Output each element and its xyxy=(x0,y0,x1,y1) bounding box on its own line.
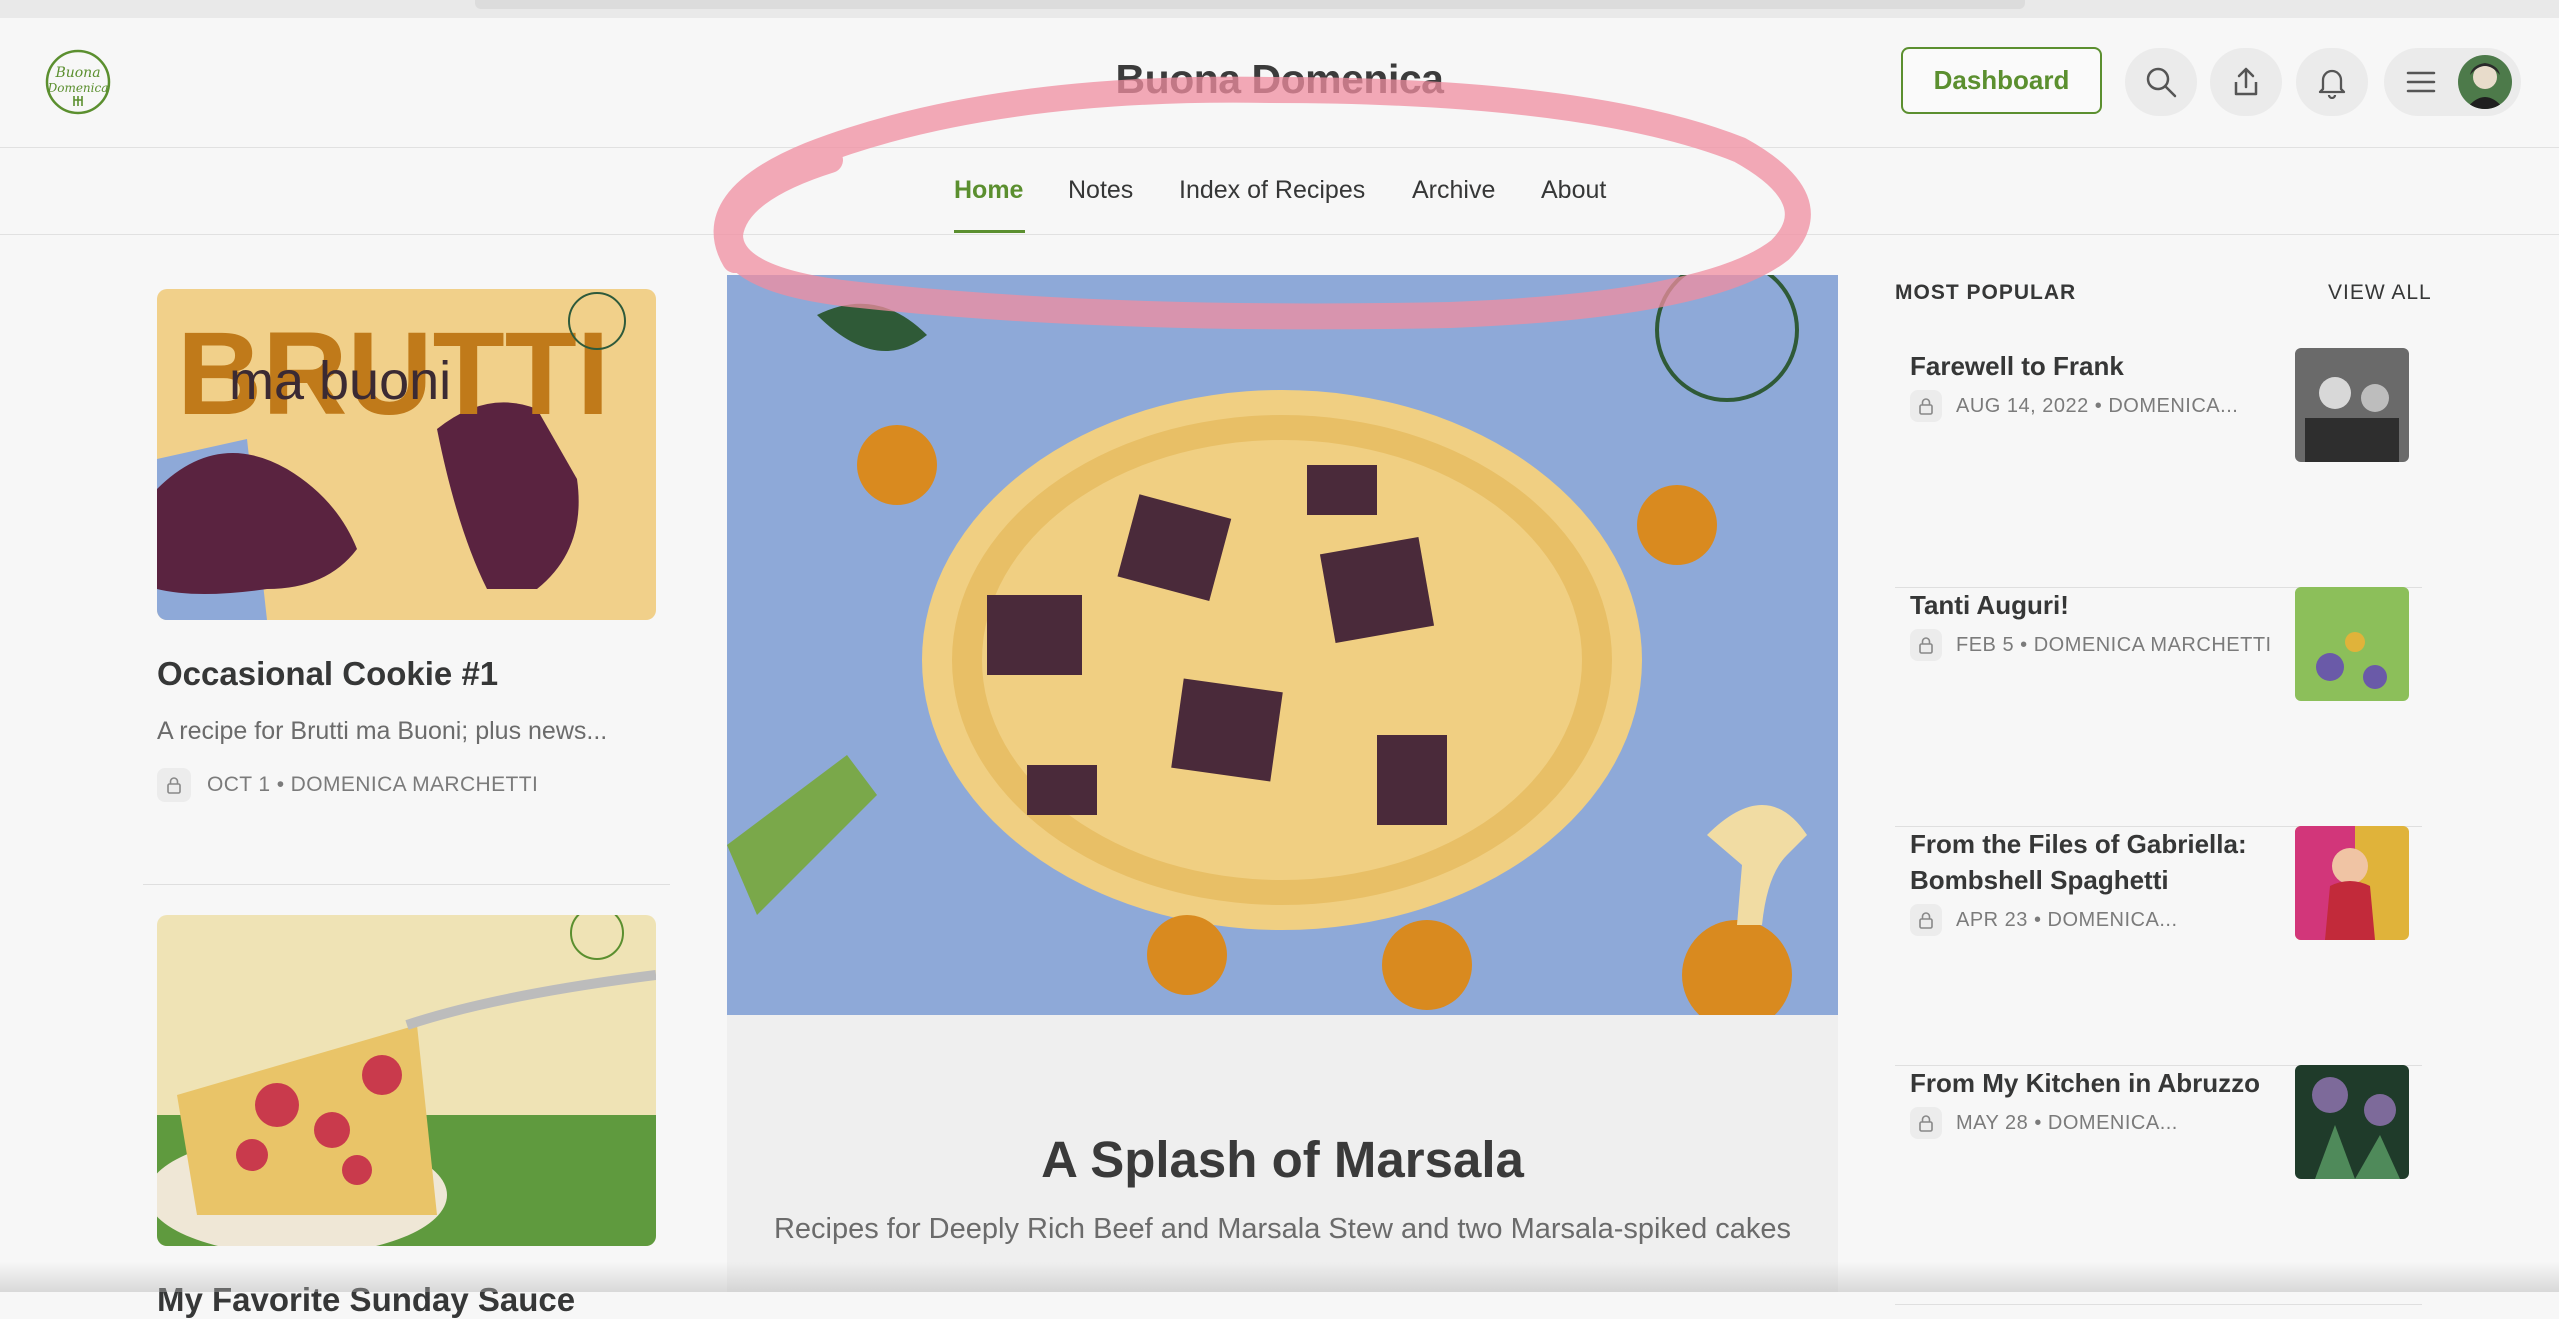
search-button[interactable] xyxy=(2125,48,2197,116)
bell-icon xyxy=(2318,69,2346,99)
nav-notes[interactable]: Notes xyxy=(1068,176,1133,205)
lock-icon xyxy=(157,768,191,802)
post-meta: OCT 1 • DOMENICA MARCHETTI xyxy=(157,768,656,802)
lock-icon xyxy=(1910,629,1942,661)
popular-item[interactable]: From the Files of Gabriella: Bombshell S… xyxy=(1895,826,2422,1066)
main-nav: Home Notes Index of Recipes Archive Abou… xyxy=(0,148,2559,235)
nav-about[interactable]: About xyxy=(1541,176,1606,205)
popular-item-thumbnail xyxy=(2295,587,2409,701)
nav-index-of-recipes[interactable]: Index of Recipes xyxy=(1179,176,1365,205)
lock-icon xyxy=(1910,904,1942,936)
browser-top-strip xyxy=(0,0,2559,19)
popular-item-title[interactable]: Farewell to Frank xyxy=(1910,348,2270,384)
featured-title[interactable]: A Splash of Marsala xyxy=(727,1130,1838,1189)
post-card[interactable]: BRUTTI ma buoni Occasional Cookie #1 A r… xyxy=(157,289,656,802)
post-thumbnail xyxy=(147,906,657,1255)
post-card[interactable]: My Favorite Sunday Sauce xyxy=(147,906,657,1319)
popular-item-thumbnail xyxy=(2295,826,2409,940)
most-popular-heading: MOST POPULAR xyxy=(1895,281,2077,304)
post-title[interactable]: Occasional Cookie #1 xyxy=(157,655,656,693)
popular-item-meta: APR 23 • DOMENICA... xyxy=(1910,904,2178,936)
divider xyxy=(143,884,670,885)
featured-subtitle: Recipes for Deeply Rich Beef and Marsala… xyxy=(773,1213,1792,1245)
notifications-button[interactable] xyxy=(2296,48,2368,116)
post-meta-text: OCT 1 • DOMENICA MARCHETTI xyxy=(207,773,539,796)
popular-item-title[interactable]: From the Files of Gabriella: Bombshell S… xyxy=(1910,826,2270,898)
site-header: Buona Domenica Buona Domenica Dashboard xyxy=(0,18,2559,148)
nav-active-indicator xyxy=(954,230,1025,233)
lock-icon xyxy=(1910,1107,1942,1139)
popular-item-meta: MAY 28 • DOMENICA... xyxy=(1910,1107,2178,1139)
popular-item[interactable]: Farewell to Frank AUG 14, 2022 • DOMENIC… xyxy=(1895,348,2422,588)
thumbnail-text-ma-buoni: ma buoni xyxy=(229,351,451,411)
featured-image xyxy=(727,258,1838,1030)
popular-item-thumbnail xyxy=(2295,1065,2409,1179)
nav-archive[interactable]: Archive xyxy=(1412,176,1495,205)
divider xyxy=(1895,1304,2422,1305)
popular-item-meta-text: MAY 28 • DOMENICA... xyxy=(1956,1111,2178,1134)
popular-item-meta: FEB 5 • DOMENICA MARCHETTI xyxy=(1910,629,2272,661)
bottom-fade xyxy=(0,1262,2559,1292)
popular-item-meta-text: AUG 14, 2022 • DOMENICA... xyxy=(1956,394,2239,417)
account-menu-button[interactable] xyxy=(2384,48,2521,116)
search-icon xyxy=(2146,67,2177,98)
lock-icon xyxy=(1910,390,1942,422)
share-button[interactable] xyxy=(2210,48,2282,116)
featured-post[interactable]: A Splash of Marsala Recipes for Deeply R… xyxy=(727,258,1838,1292)
view-all-link[interactable]: VIEW ALL xyxy=(2328,281,2432,305)
popular-item-title[interactable]: Tanti Auguri! xyxy=(1910,587,2270,623)
share-icon xyxy=(2234,67,2258,96)
popular-item[interactable]: Tanti Auguri! FEB 5 • DOMENICA MARCHETTI xyxy=(1895,587,2422,827)
post-thumbnail: BRUTTI ma buoni xyxy=(157,289,656,620)
popular-item-meta-text: FEB 5 • DOMENICA MARCHETTI xyxy=(1956,633,2272,656)
popular-item-meta-text: APR 23 • DOMENICA... xyxy=(1956,908,2178,931)
post-subtitle: A recipe for Brutti ma Buoni; plus news.… xyxy=(157,717,608,745)
popular-item-thumbnail xyxy=(2295,348,2409,462)
avatar xyxy=(2458,55,2512,109)
popular-item-meta: AUG 14, 2022 • DOMENICA... xyxy=(1910,390,2238,422)
nav-home[interactable]: Home xyxy=(954,176,1023,205)
browser-tab-area xyxy=(475,0,2025,9)
dashboard-button[interactable]: Dashboard xyxy=(1901,47,2102,114)
hamburger-icon xyxy=(2406,71,2436,93)
popular-item-title[interactable]: From My Kitchen in Abruzzo xyxy=(1910,1065,2270,1101)
